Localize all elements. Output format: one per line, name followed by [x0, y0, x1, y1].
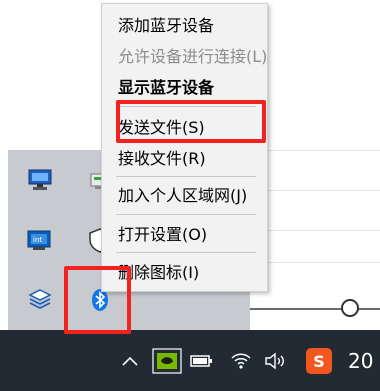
cube-icon[interactable] — [26, 286, 54, 314]
menu-separator — [116, 252, 256, 253]
menu-label: 加入个人区域网(J) — [118, 186, 248, 205]
sogou-label: S — [313, 351, 325, 371]
divider — [250, 150, 380, 151]
slider-thumb[interactable] — [341, 299, 359, 317]
menu-label: 接收文件(R) — [118, 149, 206, 168]
menu-separator — [116, 214, 256, 215]
highlight-bluetooth-icon — [64, 266, 131, 334]
menu-join-pan[interactable]: 加入个人区域网(J) — [102, 179, 269, 209]
menu-allow-connections: 允许设备进行连接(L) — [102, 40, 269, 70]
menu-label: 添加蓝牙设备 — [118, 16, 215, 35]
background-window — [0, 0, 100, 150]
divider — [250, 230, 380, 231]
volume-icon[interactable] — [262, 348, 288, 374]
battery-icon[interactable] — [188, 348, 216, 374]
chevron-up-icon[interactable] — [118, 348, 142, 374]
menu-label: 显示蓝牙设备 — [118, 78, 215, 97]
menu-receive-file[interactable]: 接收文件(R) — [102, 142, 269, 172]
menu-label: 允许设备进行连接(L) — [118, 47, 268, 66]
sogou-input-icon[interactable]: S — [304, 348, 334, 374]
menu-label: 打开设置(O) — [118, 225, 208, 244]
menu-add-bluetooth-device[interactable]: 添加蓝牙设备 — [102, 9, 269, 39]
divider — [250, 262, 380, 263]
background-panel — [250, 145, 380, 325]
clock-text[interactable]: 20 — [348, 349, 373, 373]
bluetooth-context-menu: 添加蓝牙设备 允许设备进行连接(L) 显示蓝牙设备 发送文件(S) 接收文件(R… — [101, 3, 268, 292]
taskbar: S 20 — [0, 330, 380, 391]
nvidia-icon[interactable] — [150, 348, 184, 374]
monitor-icon[interactable] — [26, 166, 54, 194]
highlight-send-file — [116, 100, 266, 143]
menu-open-settings[interactable]: 打开设置(O) — [102, 218, 269, 248]
slider-track[interactable] — [250, 308, 380, 310]
menu-separator — [116, 176, 256, 177]
svg-text:int: int — [33, 236, 42, 244]
intel-graphics-icon[interactable]: int — [26, 226, 54, 254]
wifi-icon[interactable] — [228, 348, 254, 374]
menu-show-bluetooth-devices[interactable]: 显示蓝牙设备 — [102, 71, 269, 101]
divider — [250, 190, 380, 191]
